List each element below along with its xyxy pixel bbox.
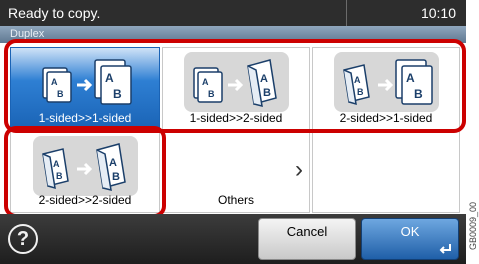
status-bar: Ready to copy. 10:10 <box>0 0 466 26</box>
two-to-two-sided-icon: A B A B <box>33 136 138 196</box>
status-divider <box>346 0 347 26</box>
ok-button[interactable]: OK <box>361 218 459 260</box>
svg-text:B: B <box>112 171 120 183</box>
svg-text:B: B <box>357 87 364 97</box>
ok-label: OK <box>400 224 420 239</box>
svg-text:A: A <box>260 73 268 85</box>
option-1-sided-to-2-sided[interactable]: A B A B 1-sided>>2-sided <box>162 47 310 131</box>
status-time: 10:10 <box>420 5 456 21</box>
option-label: 2-sided>>1-sided <box>339 111 433 125</box>
figure-code-text: GB0009_00 <box>468 201 478 250</box>
one-to-two-sided-icon: A B A B <box>184 52 289 112</box>
others-button[interactable]: › Others <box>162 131 310 213</box>
enter-icon <box>439 244 451 254</box>
chevron-right-icon: › <box>295 156 303 183</box>
one-to-one-sided-icon: A B A B <box>33 52 138 112</box>
option-1-sided-to-1-sided[interactable]: A B A B 1-sided>>1-sided <box>10 47 160 131</box>
svg-text:A: A <box>202 77 209 87</box>
option-label: 2-sided>>2-sided <box>38 193 132 207</box>
option-2-sided-to-1-sided[interactable]: A B A B 2-sided>>1-sided <box>312 47 460 131</box>
footer-bar: ? Cancel OK <box>0 214 466 264</box>
svg-text:A: A <box>105 71 114 85</box>
svg-text:B: B <box>113 87 122 101</box>
svg-text:A: A <box>53 159 60 169</box>
svg-text:A: A <box>51 77 58 87</box>
cancel-button[interactable]: Cancel <box>258 218 356 260</box>
svg-text:B: B <box>56 171 63 181</box>
screen-title: Duplex <box>0 26 466 43</box>
duplex-option-grid: A B A B 1-sided>>1-sided A B A B 1-sided… <box>0 43 466 214</box>
svg-text:A: A <box>406 71 415 85</box>
svg-text:A: A <box>354 75 361 85</box>
copier-panel-screen: Ready to copy. 10:10 Duplex A B A B 1-si… <box>0 0 466 264</box>
svg-text:B: B <box>57 89 64 99</box>
others-label: Others <box>217 193 254 207</box>
svg-text:B: B <box>414 87 423 101</box>
svg-text:B: B <box>208 89 215 99</box>
svg-text:A: A <box>109 157 117 169</box>
figure-code: GB0009_00 <box>468 130 479 250</box>
option-label: 1-sided>>1-sided <box>38 111 132 125</box>
status-message: Ready to copy. <box>8 5 101 21</box>
svg-text:B: B <box>263 87 271 99</box>
option-2-sided-to-2-sided[interactable]: A B A B 2-sided>>2-sided <box>10 131 160 213</box>
two-to-one-sided-icon: A B A B <box>334 52 439 112</box>
help-button[interactable]: ? <box>8 224 38 254</box>
empty-cell <box>312 131 460 213</box>
option-label: 1-sided>>2-sided <box>189 111 283 125</box>
